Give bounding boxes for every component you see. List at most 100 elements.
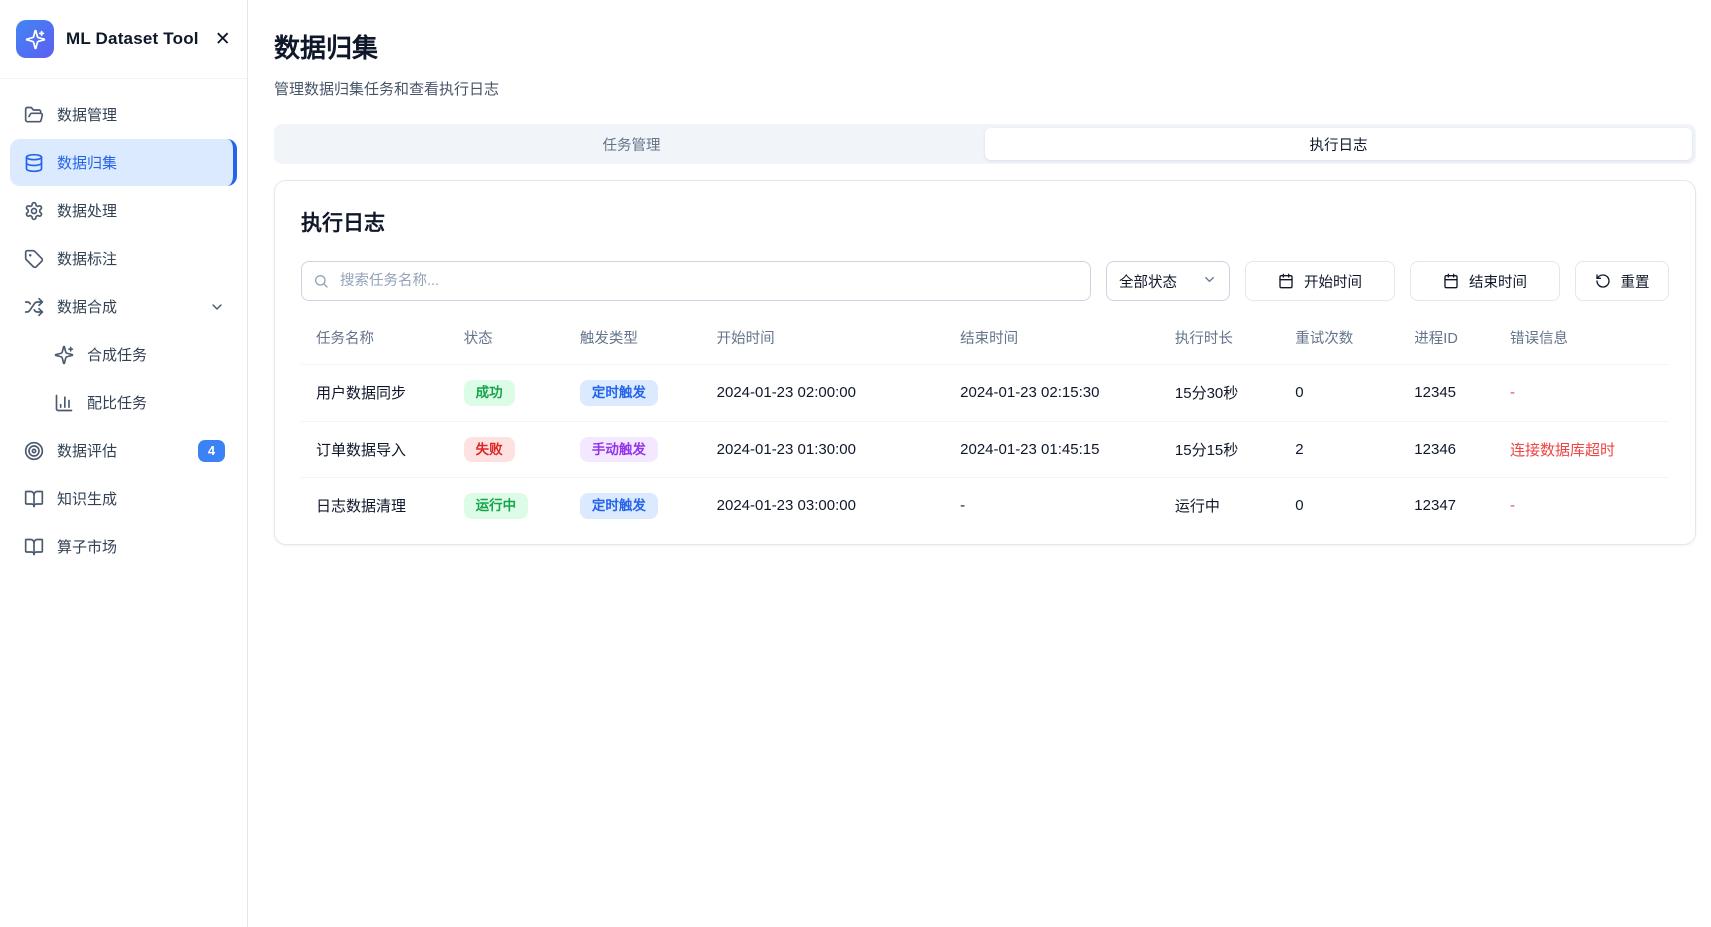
log-table-body: 用户数据同步成功定时触发2024-01-23 02:00:002024-01-2… (301, 365, 1669, 534)
page-subtitle: 管理数据归集任务和查看执行日志 (274, 78, 1696, 99)
tab-execution-logs[interactable]: 执行日志 (985, 128, 1692, 160)
sidebar-item-label: 数据归集 (57, 152, 117, 173)
trigger-type-badge: 定时触发 (580, 493, 658, 519)
bar-chart-icon (54, 393, 74, 413)
error-message-cell: - (1502, 365, 1669, 422)
sidebar-item-label: 算子市场 (57, 536, 117, 557)
search-input[interactable] (301, 261, 1091, 301)
sidebar-item-label: 数据管理 (57, 104, 117, 125)
tab-bar: 任务管理 执行日志 (274, 124, 1696, 164)
calendar-icon (1443, 273, 1459, 289)
start-time-cell: 2024-01-23 02:00:00 (709, 365, 953, 422)
sidebar-item-label: 知识生成 (57, 488, 117, 509)
shuffle-icon (24, 297, 44, 317)
end-time-label: 结束时间 (1469, 271, 1527, 292)
tab-task-management[interactable]: 任务管理 (278, 128, 985, 160)
status-badge: 失败 (456, 421, 572, 478)
sidebar-item-ratio-tasks[interactable]: 配比任务 (10, 379, 237, 426)
status-badge: 运行中 (456, 478, 572, 534)
start-time-button[interactable]: 开始时间 (1245, 261, 1395, 301)
start-time-label: 开始时间 (1304, 271, 1362, 292)
retry-count-cell: 2 (1287, 421, 1406, 478)
chevron-down-icon (1202, 272, 1217, 291)
table-column-header: 执行时长 (1167, 321, 1287, 365)
table-header-row: 任务名称状态触发类型开始时间结束时间执行时长重试次数进程ID错误信息 (301, 321, 1669, 365)
app-logo (16, 20, 54, 58)
end-time-cell: 2024-01-23 01:45:15 (952, 421, 1167, 478)
folder-open-icon (24, 105, 44, 125)
start-time-cell: 2024-01-23 01:30:00 (709, 421, 953, 478)
trigger-type-badge: 手动触发 (572, 421, 709, 478)
table-header: 任务名称状态触发类型开始时间结束时间执行时长重试次数进程ID错误信息 (301, 321, 1669, 365)
process-id-cell: 12345 (1406, 365, 1502, 422)
end-time-cell: 2024-01-23 02:15:30 (952, 365, 1167, 422)
error-message-cell: - (1502, 478, 1669, 534)
reset-button[interactable]: 重置 (1575, 261, 1669, 301)
sidebar-item-data-synthesis[interactable]: 数据合成 (10, 283, 237, 330)
sidebar-item-label: 数据评估 (57, 440, 117, 461)
sidebar-nav: 数据管理数据归集数据处理数据标注数据合成合成任务配比任务数据评估 4 知识生成算子市… (0, 79, 247, 927)
table-column-header: 开始时间 (709, 321, 953, 365)
database-icon (24, 153, 44, 173)
table-column-header: 重试次数 (1287, 321, 1406, 365)
filter-bar: 全部状态 开始时间 结束时间 (301, 261, 1669, 301)
end-time-button[interactable]: 结束时间 (1410, 261, 1560, 301)
app-title: ML Dataset Tool (66, 29, 199, 49)
status-filter-select[interactable]: 全部状态 (1106, 261, 1230, 301)
table-column-header: 任务名称 (301, 321, 456, 365)
status-badge: 运行中 (464, 493, 529, 519)
sidebar-item-operator-market[interactable]: 算子市场 (10, 523, 237, 570)
tag-icon (24, 249, 44, 269)
table-column-header: 进程ID (1406, 321, 1502, 365)
status-badge: 成功 (464, 380, 515, 406)
task-name-cell: 订单数据导入 (301, 421, 456, 478)
trigger-type-badge: 定时触发 (572, 365, 709, 422)
trigger-type-badge: 手动触发 (580, 437, 658, 463)
duration-cell: 15分15秒 (1167, 421, 1287, 478)
sidebar-item-data-management[interactable]: 数据管理 (10, 91, 237, 138)
reset-label: 重置 (1621, 271, 1650, 292)
count-badge: 4 (198, 440, 225, 462)
end-time-cell: - (952, 478, 1167, 534)
sidebar-item-synthesis-tasks[interactable]: 合成任务 (10, 331, 237, 378)
table-row: 日志数据清理运行中定时触发2024-01-23 03:00:00-运行中0123… (301, 478, 1669, 534)
task-name-cell: 用户数据同步 (301, 365, 456, 422)
gear-icon (24, 201, 44, 221)
duration-cell: 15分30秒 (1167, 365, 1287, 422)
error-message-cell: 连接数据库超时 (1502, 421, 1669, 478)
rotate-ccw-icon (1595, 273, 1611, 289)
execution-logs-table: 任务名称状态触发类型开始时间结束时间执行时长重试次数进程ID错误信息 用户数据同… (301, 321, 1669, 534)
calendar-icon (1278, 273, 1294, 289)
table-column-header: 结束时间 (952, 321, 1167, 365)
table-row: 用户数据同步成功 定时触发2024-01-23 02:00:002024-01-2… (301, 365, 1669, 422)
sidebar-item-data-annotation[interactable]: 数据标注 (10, 235, 237, 282)
execution-logs-panel: 执行日志 全部状态 开始时间 (274, 180, 1696, 545)
target-icon (24, 441, 44, 461)
table-column-header: 触发类型 (572, 321, 709, 365)
status-filter-value: 全部状态 (1119, 271, 1177, 292)
close-icon[interactable]: ✕ (211, 26, 235, 53)
sidebar-item-label: 数据处理 (57, 200, 117, 221)
sidebar-item-data-collection[interactable]: 数据归集 (10, 139, 237, 186)
search-icon (313, 273, 329, 289)
trigger-type-badge: 定时触发 (572, 478, 709, 534)
status-badge: 成功 (456, 365, 572, 422)
sidebar-item-data-evaluation[interactable]: 数据评估 4 (10, 427, 237, 474)
process-id-cell: 12347 (1406, 478, 1502, 534)
sparkles-icon (54, 345, 74, 365)
table-column-header: 错误信息 (1502, 321, 1669, 365)
table-row: 订单数据导入失败 手动触发 2024-01-23 01:30:002024-01-2… (301, 421, 1669, 478)
sidebar-item-label: 配比任务 (87, 392, 147, 413)
task-name-cell: 日志数据清理 (301, 478, 456, 534)
main-content: 数据归集 管理数据归集任务和查看执行日志 任务管理 执行日志 执行日志 全部状态 (248, 0, 1711, 927)
status-badge: 失败 (464, 437, 515, 463)
retry-count-cell: 0 (1287, 365, 1406, 422)
retry-count-cell: 0 (1287, 478, 1406, 534)
sidebar-item-label: 数据标注 (57, 248, 117, 269)
duration-cell: 运行中 (1167, 478, 1287, 534)
panel-title: 执行日志 (301, 207, 1669, 237)
sidebar-item-knowledge-generation[interactable]: 知识生成 (10, 475, 237, 522)
sidebar-item-data-processing[interactable]: 数据处理 (10, 187, 237, 234)
page-title: 数据归集 (274, 28, 1696, 65)
sidebar: ML Dataset Tool ✕ 数据管理数据归集数据处理数据标注数据合成合成… (0, 0, 248, 927)
